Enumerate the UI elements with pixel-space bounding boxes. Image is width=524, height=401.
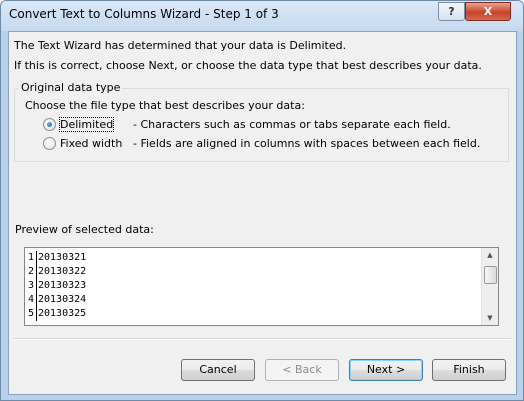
delimited-radio[interactable] [43, 118, 56, 131]
intro-text-1: The Text Wizard has determined that your… [14, 39, 347, 52]
button-separator [14, 338, 511, 340]
row-number: 2 [26, 265, 37, 279]
next-button[interactable]: Next > [349, 359, 423, 381]
file-type-prompt: Choose the file type that best describes… [25, 99, 305, 112]
preview-vertical-scrollbar[interactable]: ▲ ▼ [481, 248, 498, 325]
delimited-label[interactable]: Delimited [58, 117, 115, 132]
close-button[interactable]: X [465, 2, 511, 21]
preview-rows: 1 20130321 2 20130322 3 20130323 4 20130… [26, 251, 86, 321]
row-value: 20130323 [38, 280, 87, 291]
group-title: Original data type [19, 81, 123, 94]
original-data-type-group: Original data type Choose the file type … [14, 81, 509, 162]
fixed-width-label[interactable]: Fixed width [60, 137, 122, 150]
help-button[interactable]: ? [438, 2, 465, 21]
preview-row: 2 20130322 [26, 265, 86, 279]
window-title: Convert Text to Columns Wizard - Step 1 … [9, 7, 279, 21]
scroll-down-arrow-icon[interactable]: ▼ [482, 311, 498, 325]
preview-row: 5 20130325 [26, 307, 86, 321]
row-number: 5 [26, 307, 37, 321]
row-value: 20130321 [38, 252, 87, 263]
data-preview[interactable]: 1 20130321 2 20130322 3 20130323 4 20130… [24, 247, 499, 326]
wizard-window: Convert Text to Columns Wizard - Step 1 … [0, 0, 524, 401]
scroll-up-arrow-icon[interactable]: ▲ [482, 248, 498, 262]
scroll-thumb[interactable] [484, 266, 497, 284]
row-value: 20130325 [38, 308, 87, 319]
back-button[interactable]: < Back [265, 359, 339, 381]
dialog-body: The Text Wizard has determined that your… [8, 31, 517, 395]
finish-button[interactable]: Finish [432, 359, 506, 381]
row-number: 4 [26, 293, 37, 307]
row-number: 1 [26, 251, 37, 265]
cancel-button[interactable]: Cancel [181, 359, 255, 381]
fixed-width-description: - Fields are aligned in columns with spa… [133, 137, 481, 150]
preview-row: 3 20130323 [26, 279, 86, 293]
row-value: 20130324 [38, 294, 87, 305]
intro-text-2: If this is correct, choose Next, or choo… [14, 59, 482, 72]
row-value: 20130322 [38, 266, 87, 277]
fixed-width-radio[interactable] [43, 137, 56, 150]
preview-label: Preview of selected data: [15, 223, 154, 236]
delimited-description: - Characters such as commas or tabs sepa… [133, 118, 451, 131]
title-bar[interactable]: Convert Text to Columns Wizard - Step 1 … [1, 1, 523, 31]
row-number: 3 [26, 279, 37, 293]
preview-row: 1 20130321 [26, 251, 86, 265]
preview-row: 4 20130324 [26, 293, 86, 307]
